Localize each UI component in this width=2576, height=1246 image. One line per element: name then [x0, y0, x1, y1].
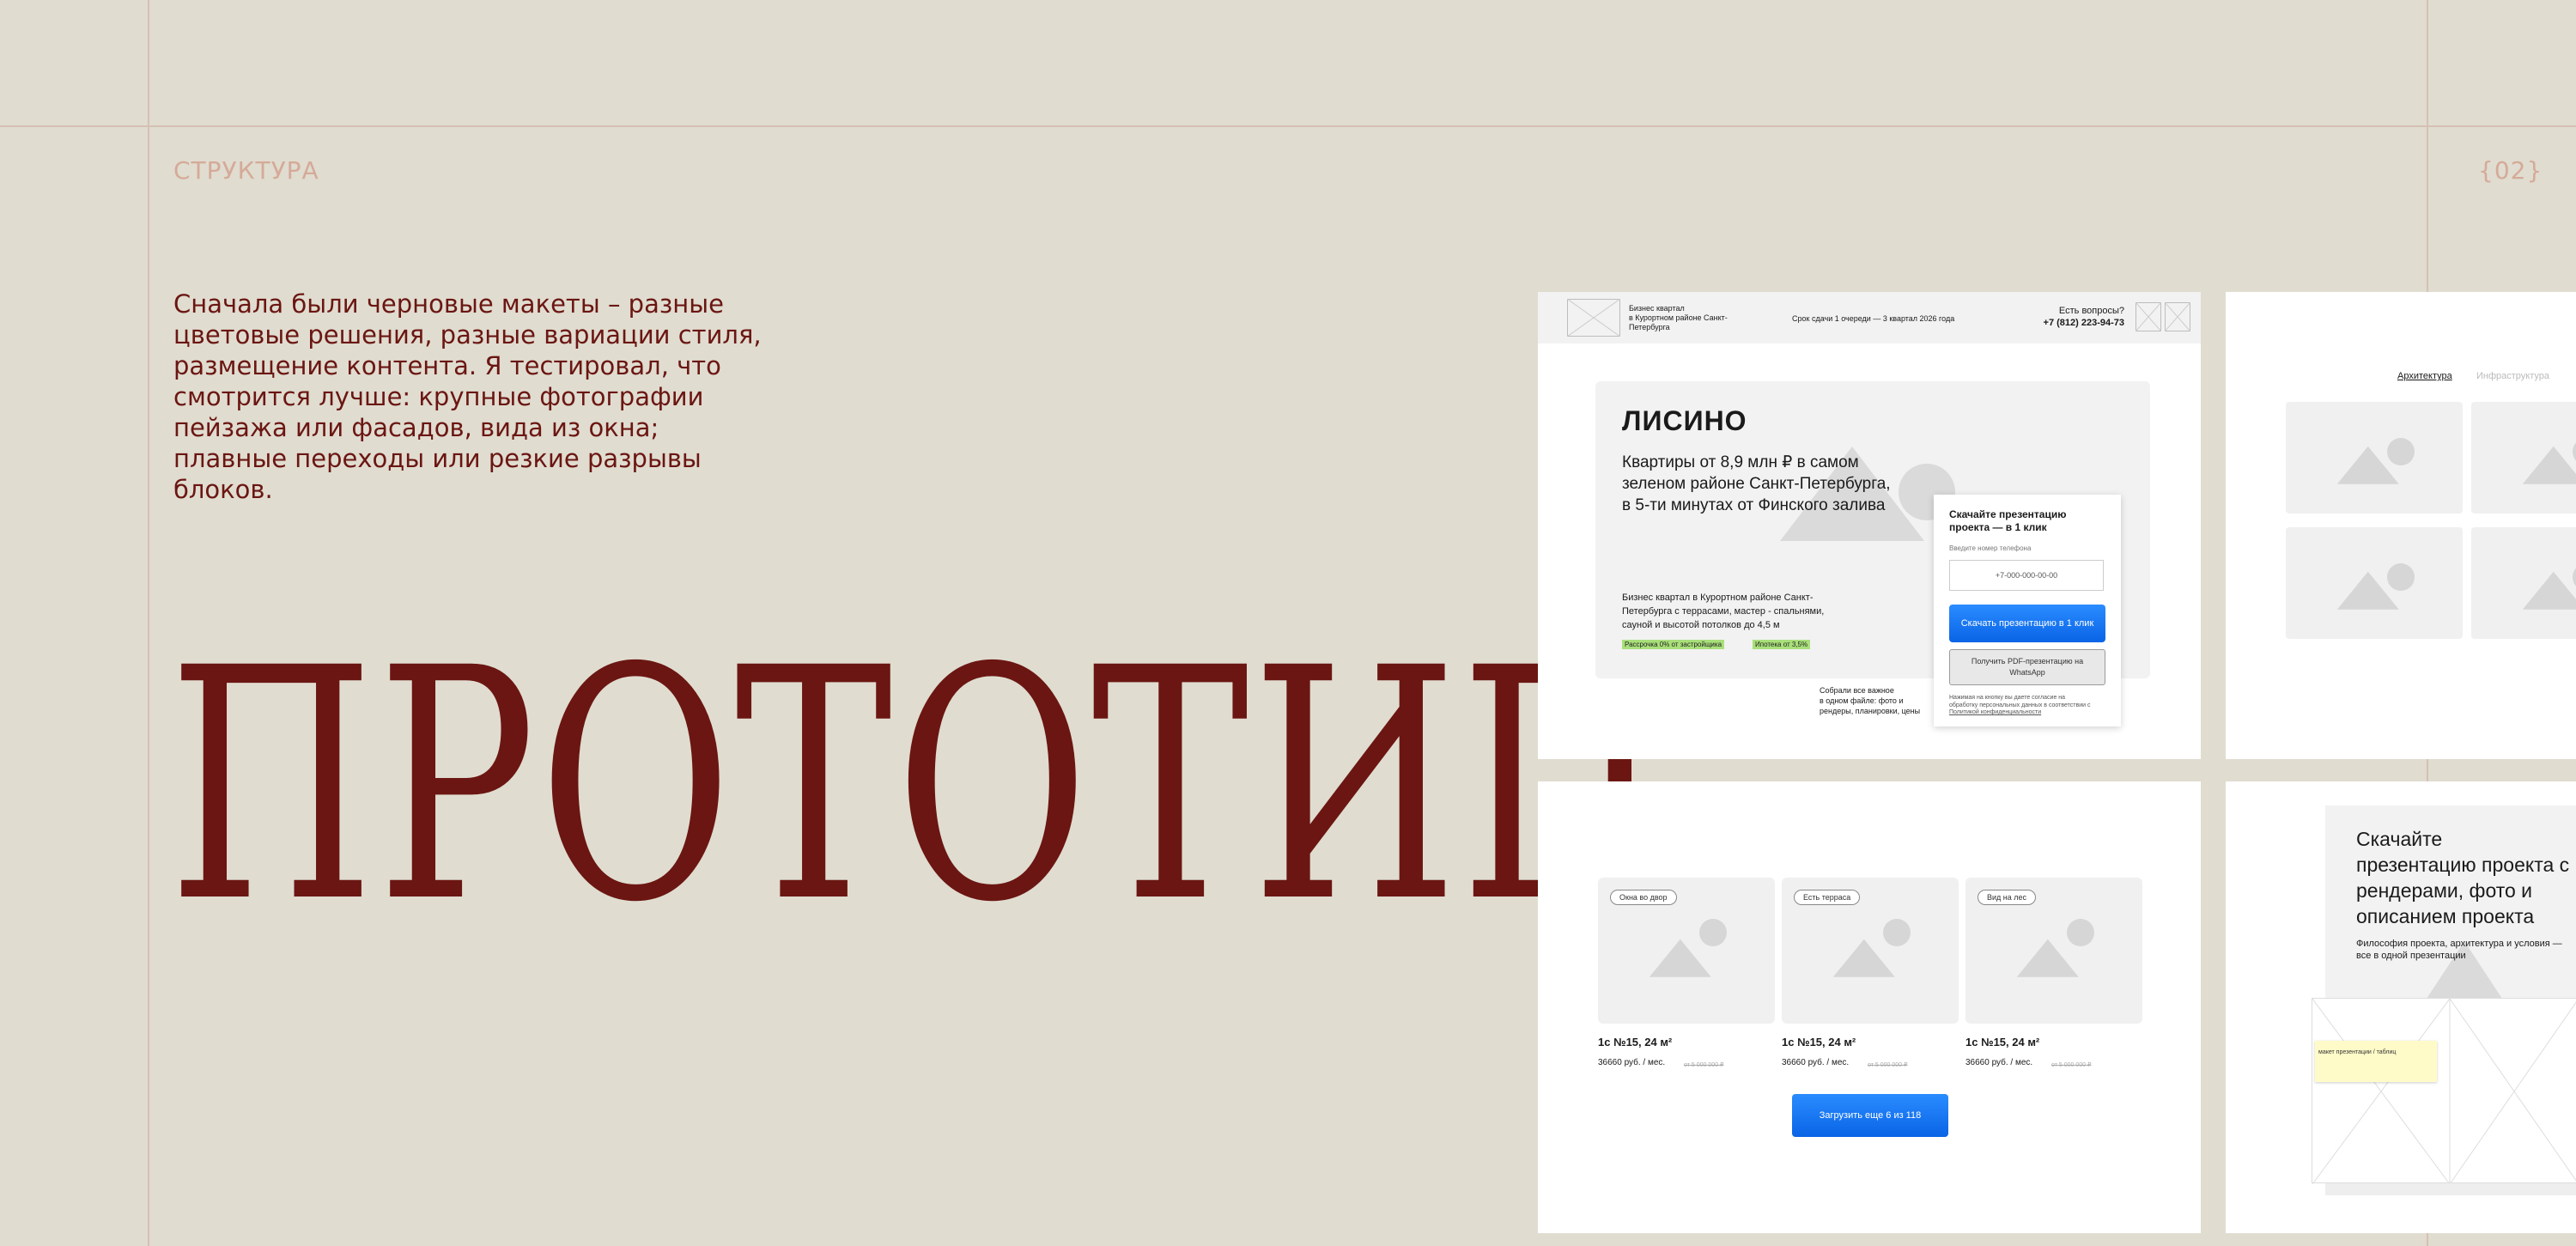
mockup-presentation: Скачайте презентацию проекта с рендерами… — [2226, 781, 2576, 1233]
nav-infrastructure[interactable]: Инфраструктура — [2476, 371, 2549, 381]
grid-line-left — [148, 0, 149, 1246]
load-more-button[interactable]: Загрузить еще 6 из 118 — [1792, 1094, 1948, 1137]
nav-architecture[interactable]: Архитектура — [2397, 371, 2452, 381]
apartment-old-price-2: от 5 000 000 ₽ — [1868, 1062, 1908, 1068]
hero-title: ЛИСИНО — [1622, 405, 1747, 436]
apartment-price-1: 36660 руб. / мес. — [1598, 1058, 1666, 1067]
whatsapp-icon[interactable] — [2136, 302, 2161, 331]
sticky-note: макет презентации / таблиц — [2315, 1041, 2437, 1082]
download-form: Скачайте презентацию проекта — в 1 клик … — [1934, 495, 2121, 726]
phone-input[interactable]: +7-000-000-00-00 — [1949, 560, 2104, 591]
hero-description: Бизнес квартал в Курортном районе Санкт-… — [1622, 593, 1825, 630]
apartment-tag-2: Есть терраса — [1794, 890, 1861, 905]
download-presentation-button[interactable]: Скачать презентацию в 1 клик — [1949, 605, 2105, 642]
mockup-hero: Бизнес квартал в Курортном районе Санкт-… — [1538, 292, 2201, 759]
hero-subtitle: Квартиры от 8,9 млн ₽ в самом зеленом ра… — [1622, 453, 1891, 514]
apartment-price-3: 36660 руб. / мес. — [1965, 1058, 2033, 1067]
legal-text: Нажимая на кнопку вы даете согласие на о… — [1949, 695, 2091, 708]
apartment-title-2: 1с №15, 24 м² — [1782, 1036, 1856, 1048]
whatsapp-pdf-button[interactable]: Получить PDF-презентацию на WhatsApp — [1949, 649, 2105, 685]
form-label: Введите номер телефона — [1949, 544, 2032, 552]
presentation-subtitle: Философия проекта, архитектура и условия… — [2356, 939, 2562, 961]
form-title: Скачайте презентацию проекта — в 1 клик — [1949, 508, 2067, 533]
note-text: Собрали все важное в одном файле: фото и… — [1820, 686, 1921, 715]
page-title: ПРОТОТИП — [168, 600, 1669, 972]
apartment-tag-1: Окна во двор — [1610, 890, 1677, 905]
badge-mortgage: Ипотека от 3,5% — [1753, 640, 1811, 649]
apartment-title-1: 1с №15, 24 м² — [1598, 1036, 1673, 1048]
gallery-image-3 — [2286, 527, 2463, 639]
header-deadline: Срок сдачи 1 очереди — 3 квартал 2026 го… — [1792, 314, 1955, 323]
badge-installment: Рассрочка 0% от застройщика — [1622, 640, 1725, 649]
header-description: Бизнес квартал в Курортном районе Санкт-… — [1629, 304, 1728, 331]
header-phone[interactable]: +7 (812) 223-94-73 — [2021, 318, 2124, 328]
apartment-title-3: 1с №15, 24 м² — [1965, 1036, 2040, 1048]
presentation-title: Скачайте презентацию проекта с рендерами… — [2356, 828, 2570, 927]
apartment-old-price-1: от 5 000 000 ₽ — [1684, 1062, 1724, 1068]
privacy-link[interactable]: Политикой конфиденциальности — [1949, 709, 2041, 715]
grid-line-top — [0, 125, 2576, 127]
section-label: СТРУКТУРА — [173, 156, 319, 185]
intro-text: Сначала были черновые макеты – разные цв… — [173, 289, 762, 504]
gallery-image-4 — [2471, 527, 2576, 639]
telegram-icon[interactable] — [2165, 302, 2190, 331]
section-number: {02} — [2478, 156, 2543, 185]
presentation-mockup — [2312, 998, 2576, 1184]
gallery-image-2 — [2471, 402, 2576, 514]
gallery-image-1 — [2286, 402, 2463, 514]
header-question: Есть вопросы? — [2058, 306, 2124, 316]
apartment-price-2: 36660 руб. / мес. — [1782, 1058, 1850, 1067]
presentation-footer — [2325, 1183, 2576, 1195]
apartment-tag-3: Вид на лес — [1978, 890, 2037, 905]
apartment-old-price-3: от 5 000 000 ₽ — [2051, 1062, 2092, 1068]
mockup-gallery: Архитектура Инфраструктура — [2226, 292, 2576, 759]
logo-placeholder-icon — [1567, 299, 1620, 337]
mockup-apartments: Окна во двор 1с №15, 24 м² 36660 руб. / … — [1538, 781, 2201, 1233]
